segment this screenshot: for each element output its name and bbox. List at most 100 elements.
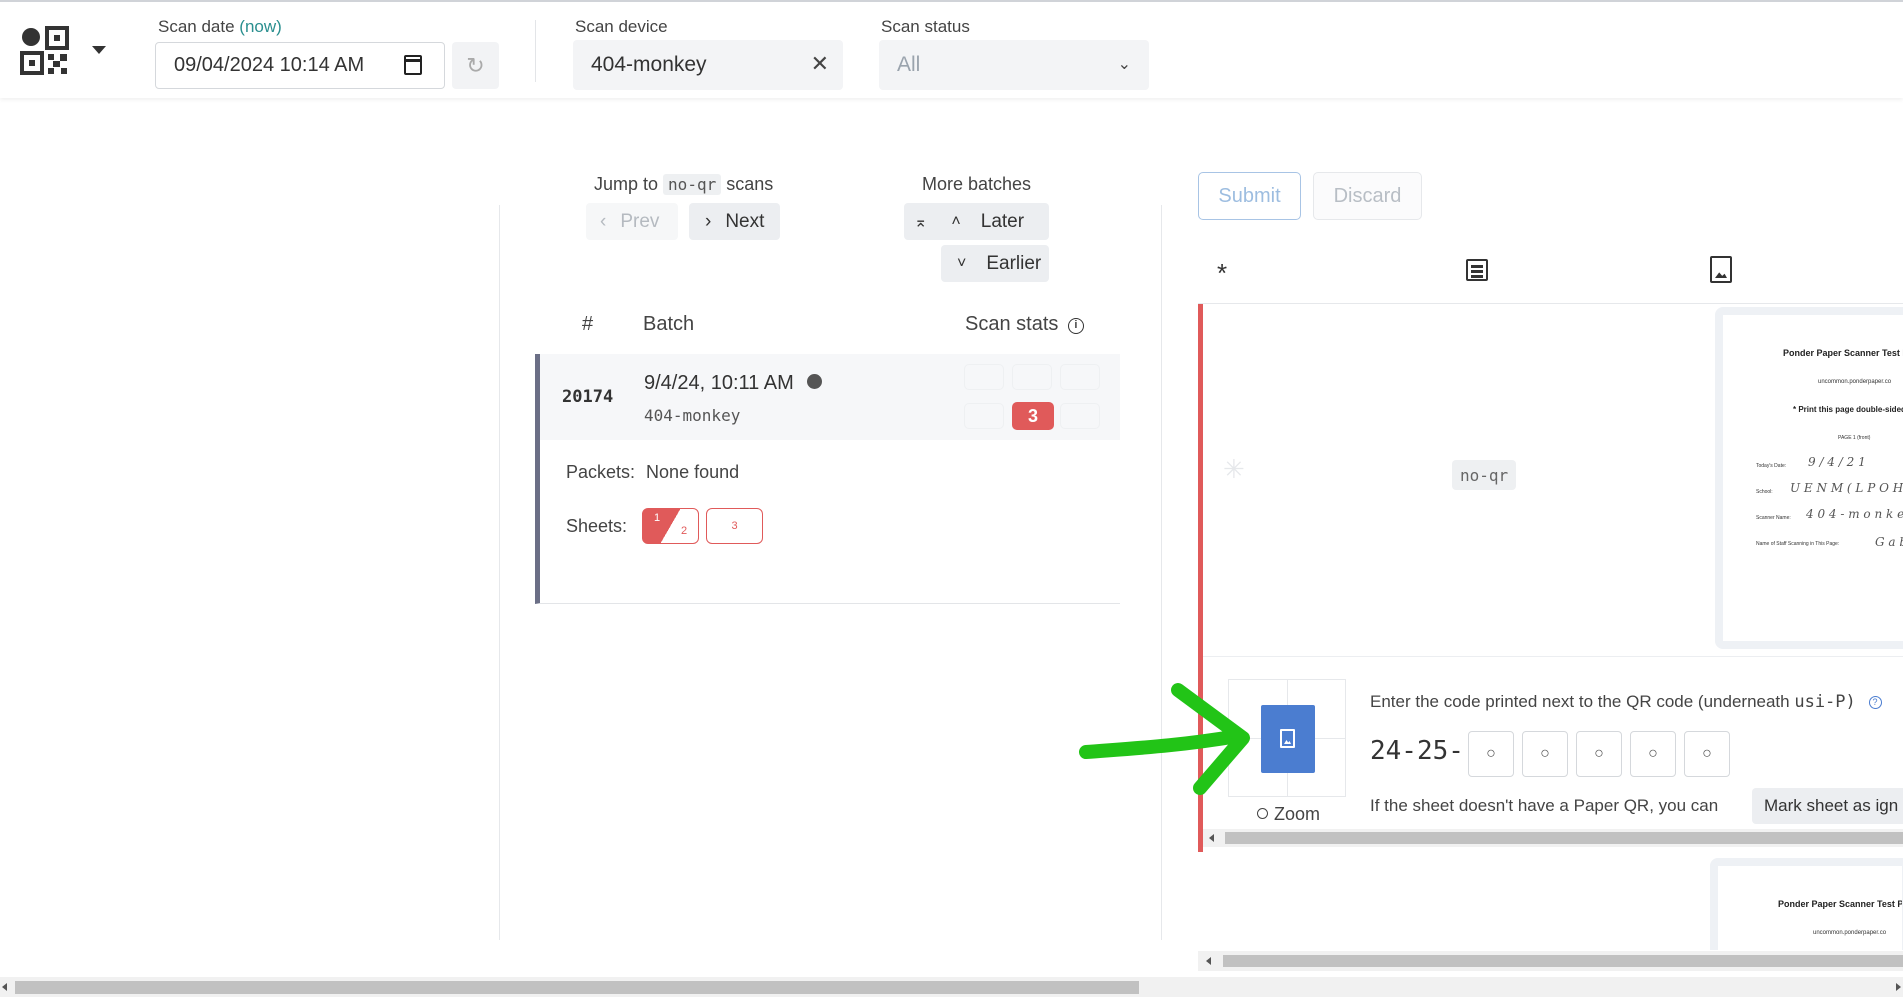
asterisk-icon[interactable]: *	[1217, 258, 1227, 289]
later-label: Later	[980, 210, 1025, 232]
page-horizontal-scrollbar[interactable]	[0, 977, 1903, 997]
scan-status-label: Scan status	[881, 17, 970, 36]
jump-to-label: Jump to no-qr scans	[594, 174, 773, 195]
ignore-hint: If the sheet doesn't have a Paper QR, yo…	[1370, 796, 1719, 815]
sheet-front-number: 3	[731, 520, 738, 532]
code-prefix: 24-25-	[1370, 736, 1464, 766]
refresh-button[interactable]: ↻	[452, 42, 499, 89]
batch-time: 9/4/24, 10:11 AM	[644, 372, 823, 395]
packets-value: None found	[646, 462, 740, 482]
discard-button[interactable]: Discard	[1313, 172, 1422, 220]
clear-icon[interactable]: ✕	[811, 51, 829, 77]
prev-button[interactable]: ‹ Prev	[586, 203, 678, 240]
app-logo-qr-icon[interactable]	[20, 26, 72, 78]
jump-code-chip: no-qr	[663, 174, 722, 195]
scan-date-label-text: Scan date	[158, 17, 235, 36]
preview-page-label: PAGE 1 (front)	[1838, 435, 1871, 441]
code-prompt: Enter the code printed next to the QR co…	[1370, 692, 1882, 712]
first-batch-icon[interactable]: ⌅	[914, 212, 927, 232]
stat-cell	[1060, 364, 1100, 390]
more-batches-label: More batches	[922, 174, 1032, 194]
sheet-front-number: 1	[654, 512, 661, 524]
card-horizontal-scrollbar[interactable]	[1203, 829, 1903, 847]
scroll-left-icon[interactable]	[1209, 834, 1214, 842]
caret-down-icon[interactable]	[92, 46, 106, 54]
sheets-label: Sheets:	[566, 516, 628, 536]
magnifier-icon	[1257, 808, 1268, 819]
scan-card: ✳ no-qr Ponder Paper Scanner Test Pag un…	[1198, 304, 1903, 852]
image-icon[interactable]	[1710, 256, 1732, 283]
preview-print-note: * Print this page double-sided	[1793, 405, 1903, 414]
scan-date-value: 09/04/2024 10:14 AM	[174, 54, 365, 76]
preview-handwriting: G a b y C	[1875, 535, 1903, 549]
code-digit-input[interactable]: ○	[1630, 731, 1676, 777]
scan-status-select[interactable]: All ⌄	[879, 40, 1149, 90]
scan-preview-image[interactable]: Ponder Paper Scanner Test Pag uncommon.p…	[1710, 858, 1903, 950]
jump-suffix: scans	[726, 174, 774, 194]
preview-title: Ponder Paper Scanner Test Pag	[1778, 899, 1903, 909]
list-icon[interactable]	[1466, 259, 1488, 281]
sheet-chip-2[interactable]: 3	[706, 508, 763, 544]
column-header-scan-stats: Scan stats i	[965, 313, 1084, 336]
scan-date-input[interactable]: 09/04/2024 10:14 AM	[155, 42, 445, 89]
panel-horizontal-scrollbar[interactable]	[1198, 951, 1903, 971]
chevron-down-icon: ˅	[957, 254, 967, 272]
open-image-button[interactable]	[1261, 705, 1315, 773]
code-prompt-code: usi-P)	[1794, 692, 1856, 712]
zoom-button[interactable]: Zoom	[1257, 804, 1320, 825]
mark-sheet-ignored-button[interactable]: Mark sheet as ign	[1752, 788, 1903, 824]
globe-icon	[807, 374, 823, 389]
scrollbar-thumb[interactable]	[1223, 955, 1903, 967]
code-digit-input[interactable]: ○	[1576, 731, 1622, 777]
header-divider	[535, 20, 536, 82]
help-icon[interactable]: ?	[1868, 696, 1882, 709]
stat-cell	[1012, 364, 1052, 390]
scan-card: Ponder Paper Scanner Test Pag uncommon.p…	[1198, 858, 1903, 950]
annotation-arrow-icon	[1079, 683, 1250, 795]
error-count-badge[interactable]: 3	[1012, 402, 1054, 430]
sheet-chip-1[interactable]: 1 2	[642, 508, 699, 544]
later-button[interactable]: ⌅ ˄ Later	[904, 203, 1049, 240]
column-header-number: #	[582, 313, 594, 335]
calendar-icon[interactable]	[404, 55, 422, 75]
top-bar: Scan date (now) 09/04/2024 10:14 AM ↻ Sc…	[0, 0, 1903, 98]
submit-button[interactable]: Submit	[1198, 172, 1301, 220]
scroll-left-icon[interactable]	[1206, 957, 1211, 965]
scrollbar-thumb[interactable]	[15, 981, 1139, 994]
scan-preview-image[interactable]: Ponder Paper Scanner Test Pag uncommon.p…	[1715, 307, 1903, 649]
scan-date-label: Scan date (now)	[158, 17, 282, 37]
scrollbar-thumb[interactable]	[1225, 832, 1903, 844]
card-divider	[1203, 656, 1903, 657]
preview-handwriting: 4 0 4 - m o n k e y	[1806, 507, 1903, 521]
column-divider-mid	[1161, 205, 1162, 940]
code-digit-input[interactable]: ○	[1684, 731, 1730, 777]
preview-field-label: Scanner Name:	[1756, 515, 1791, 521]
preview-handwriting: U E N M ( L P O H - M A	[1790, 481, 1903, 495]
packets-label: Packets:	[566, 462, 636, 482]
chevron-left-icon: ‹	[600, 210, 607, 232]
earlier-button[interactable]: ˅ Earlier	[941, 245, 1049, 282]
prev-label: Prev	[620, 210, 660, 232]
scroll-left-icon[interactable]	[2, 983, 7, 991]
preview-handwriting: 9 / 4 / 2 1	[1808, 455, 1866, 469]
next-label: Next	[725, 210, 765, 232]
code-digit-input[interactable]: ○	[1468, 731, 1514, 777]
column-divider-left	[499, 205, 500, 940]
scroll-right-icon[interactable]	[1896, 983, 1901, 991]
preview-url: uncommon.ponderpaper.co	[1818, 379, 1892, 385]
batch-detail: 20174 9/4/24, 10:11 AM 404-monkey 3 Pack…	[535, 354, 1120, 604]
stat-cell	[1060, 403, 1100, 429]
now-link[interactable]: (now)	[239, 17, 282, 36]
scan-device-label: Scan device	[575, 17, 668, 36]
jump-prefix: Jump to	[594, 174, 659, 194]
code-prompt-text: Enter the code printed next to the QR co…	[1370, 692, 1790, 711]
table-row[interactable]: 20174 9/4/24, 10:11 AM 404-monkey 3	[540, 354, 1120, 440]
scan-device-select[interactable]: 404-monkey ✕	[573, 40, 843, 90]
next-button[interactable]: › Next	[689, 203, 780, 240]
image-icon	[1280, 729, 1295, 748]
code-digit-input[interactable]: ○	[1522, 731, 1568, 777]
info-icon[interactable]: i	[1067, 318, 1084, 334]
chevron-up-icon: ˄	[951, 212, 961, 230]
status-badge: no-qr	[1452, 460, 1517, 490]
batch-time-text: 9/4/24, 10:11 AM	[644, 372, 794, 394]
